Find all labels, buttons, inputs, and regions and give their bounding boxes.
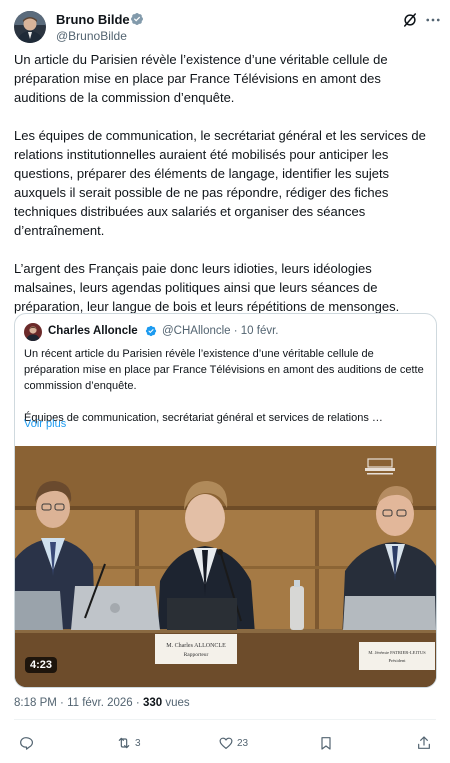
- tweet-paragraph: Un article du Parisien révèle l’existenc…: [14, 52, 388, 105]
- verified-badge-icon: [145, 325, 157, 337]
- video-thumbnail: M. Charles ALLONCLE Rapporteur M. Jérémi…: [15, 446, 436, 687]
- heart-icon: [219, 737, 233, 749]
- like-count: 23: [237, 737, 249, 749]
- quoted-tweet-header: Charles Alloncle @CHAlloncle · 10 févr.: [24, 323, 424, 341]
- share-icon: [418, 736, 430, 749]
- reply-icon: [20, 737, 33, 750]
- show-more-link[interactable]: Voir plus: [24, 418, 66, 430]
- laptop: [343, 596, 436, 630]
- tweet-meta: 8:18 PM · 11 févr. 2026 · 330 vues: [14, 697, 190, 709]
- author-name[interactable]: Bruno Bilde: [56, 12, 130, 27]
- retweet-icon: [118, 737, 130, 749]
- retweet-button[interactable]: 3: [116, 733, 141, 753]
- video-duration-badge: 4:23: [25, 657, 58, 673]
- more-icon[interactable]: [424, 11, 442, 29]
- quoted-tweet[interactable]: Charles Alloncle @CHAlloncle · 10 févr. …: [14, 313, 437, 688]
- grok-icon[interactable]: [401, 11, 419, 29]
- verified-badge-icon: [131, 13, 143, 25]
- name-placard-right: M. Jérémie PATRIER-LEITUS Président: [359, 642, 435, 670]
- reply-button[interactable]: [18, 733, 37, 753]
- placard-center-role: Rapporteur: [184, 652, 209, 658]
- author-handle[interactable]: @BrunoBilde: [56, 29, 127, 43]
- tweet-date[interactable]: 11 févr. 2026: [67, 697, 133, 709]
- divider: [14, 719, 436, 720]
- share-button[interactable]: [416, 733, 432, 753]
- tweet-paragraph: L’argent des Français paie donc leurs id…: [14, 261, 400, 314]
- like-button[interactable]: 23: [218, 733, 248, 753]
- quoted-author-avatar: [24, 323, 42, 341]
- bookmark-icon: [321, 737, 331, 750]
- tweet-text: Un article du Parisien révèle l’existenc…: [14, 50, 436, 316]
- video-player[interactable]: M. Charles ALLONCLE Rapporteur M. Jérémi…: [15, 446, 436, 687]
- tweet-time[interactable]: 8:18 PM: [14, 697, 57, 709]
- views-label: vues: [165, 697, 190, 709]
- bookmark-button[interactable]: [318, 733, 334, 753]
- retweet-count: 3: [135, 737, 141, 749]
- placard-center-name: M. Charles ALLONCLE: [166, 643, 226, 649]
- views-count: 330: [142, 697, 163, 709]
- laptop: [15, 591, 63, 630]
- name-placard-center: M. Charles ALLONCLE Rapporteur: [155, 634, 237, 664]
- quoted-author-handle-date: @CHAlloncle · 10 févr.: [162, 325, 279, 337]
- author-avatar[interactable]: [14, 11, 46, 43]
- quoted-paragraph: Un récent article du Parisien révèle l’e…: [24, 348, 424, 392]
- quoted-tweet-text: Un récent article du Parisien révèle l’e…: [24, 346, 424, 442]
- quoted-author-name: Charles Alloncle: [48, 325, 138, 337]
- quoted-paragraph: Équipes de communication, secrétariat gé…: [24, 412, 383, 424]
- action-bar: 3 23: [14, 733, 436, 755]
- tweet-header: Bruno Bilde @BrunoBilde: [14, 10, 440, 46]
- placard-right-role: Président: [388, 658, 406, 663]
- tweet-paragraph: Les équipes de communication, le secréta…: [14, 128, 426, 238]
- laptop: [71, 586, 160, 630]
- placard-right-name: M. Jérémie PATRIER-LEITUS: [368, 650, 426, 655]
